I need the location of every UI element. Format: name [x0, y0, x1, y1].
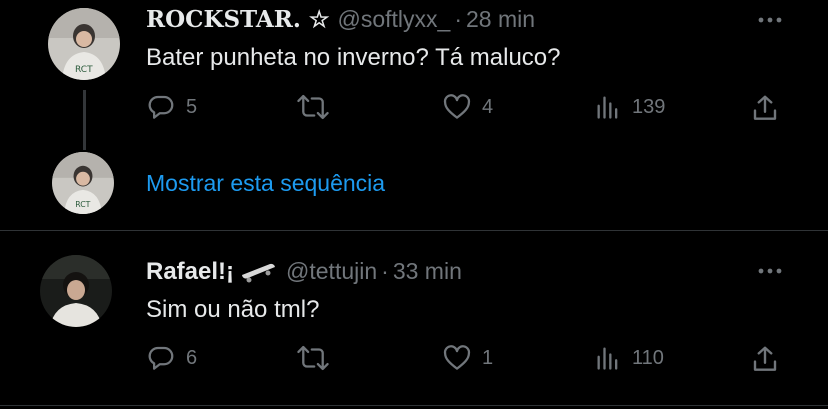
tweet-header: Rafael!¡ @tettujin · 33 min	[146, 258, 462, 286]
tweet-text: Bater punheta no inverno? Tá maluco?	[146, 44, 561, 71]
like-count: 4	[482, 95, 494, 118]
retweet-button[interactable]	[296, 92, 340, 122]
views-icon	[597, 347, 618, 370]
share-icon	[753, 346, 777, 371]
heart-icon	[443, 94, 471, 119]
tweet-actions: 6 1 110	[146, 343, 786, 377]
share-icon	[753, 95, 777, 120]
tweet-header: ROCKSTAR. ☆ @softlyxx_ · 28 min	[146, 6, 535, 33]
display-name[interactable]: ROCKSTAR. ☆	[146, 6, 330, 33]
more-icon[interactable]	[756, 10, 784, 30]
separator-dot: ·	[381, 258, 389, 284]
thread-line	[83, 90, 86, 150]
skateboard-icon	[242, 263, 276, 283]
retweet-button[interactable]	[296, 343, 340, 373]
show-thread-row[interactable]: RCT Mostrar esta sequência	[0, 150, 828, 230]
retweet-icon	[297, 94, 329, 120]
timestamp[interactable]: 33 min	[393, 258, 462, 285]
tweet-actions: 5 4 139	[146, 92, 786, 126]
show-thread-link[interactable]: Mostrar esta sequência	[146, 170, 385, 197]
avatar[interactable]	[40, 255, 112, 327]
views-count: 110	[632, 346, 664, 369]
username[interactable]: @softlyxx_	[338, 6, 451, 33]
share-button[interactable]	[750, 343, 780, 375]
tweet-1[interactable]: RCT ROCKSTAR. ☆ @softlyxx_ · 28 min Bate…	[0, 0, 828, 150]
divider	[0, 405, 828, 406]
share-button[interactable]	[750, 92, 780, 124]
views-button[interactable]: 110	[594, 343, 664, 373]
display-name[interactable]: Rafael!¡	[146, 258, 234, 286]
avatar-small[interactable]: RCT	[52, 152, 114, 214]
views-button[interactable]: 139	[594, 92, 665, 122]
retweet-icon	[297, 345, 329, 371]
reply-button[interactable]: 5	[146, 92, 197, 122]
tweet-2[interactable]: Rafael!¡ @tettujin · 33 min Sim ou não t…	[0, 231, 828, 409]
tweet-text: Sim ou não tml?	[146, 296, 320, 323]
separator-dot: ·	[454, 6, 463, 32]
like-button[interactable]: 1	[442, 343, 493, 373]
views-icon	[597, 96, 618, 119]
svg-text:RCT: RCT	[75, 65, 93, 75]
timestamp[interactable]: 28 min	[466, 6, 535, 33]
reply-count: 5	[186, 95, 198, 118]
like-count: 1	[482, 346, 494, 369]
reply-button[interactable]: 6	[146, 343, 197, 373]
views-count: 139	[632, 95, 666, 118]
svg-text:RCT: RCT	[75, 200, 90, 209]
avatar[interactable]: RCT	[48, 8, 120, 80]
reply-icon	[148, 346, 174, 370]
like-button[interactable]: 4	[442, 92, 493, 122]
username[interactable]: @tettujin	[286, 258, 377, 285]
more-icon[interactable]	[756, 261, 784, 281]
reply-icon	[148, 95, 174, 119]
reply-count: 6	[186, 346, 198, 369]
heart-icon	[443, 345, 471, 370]
